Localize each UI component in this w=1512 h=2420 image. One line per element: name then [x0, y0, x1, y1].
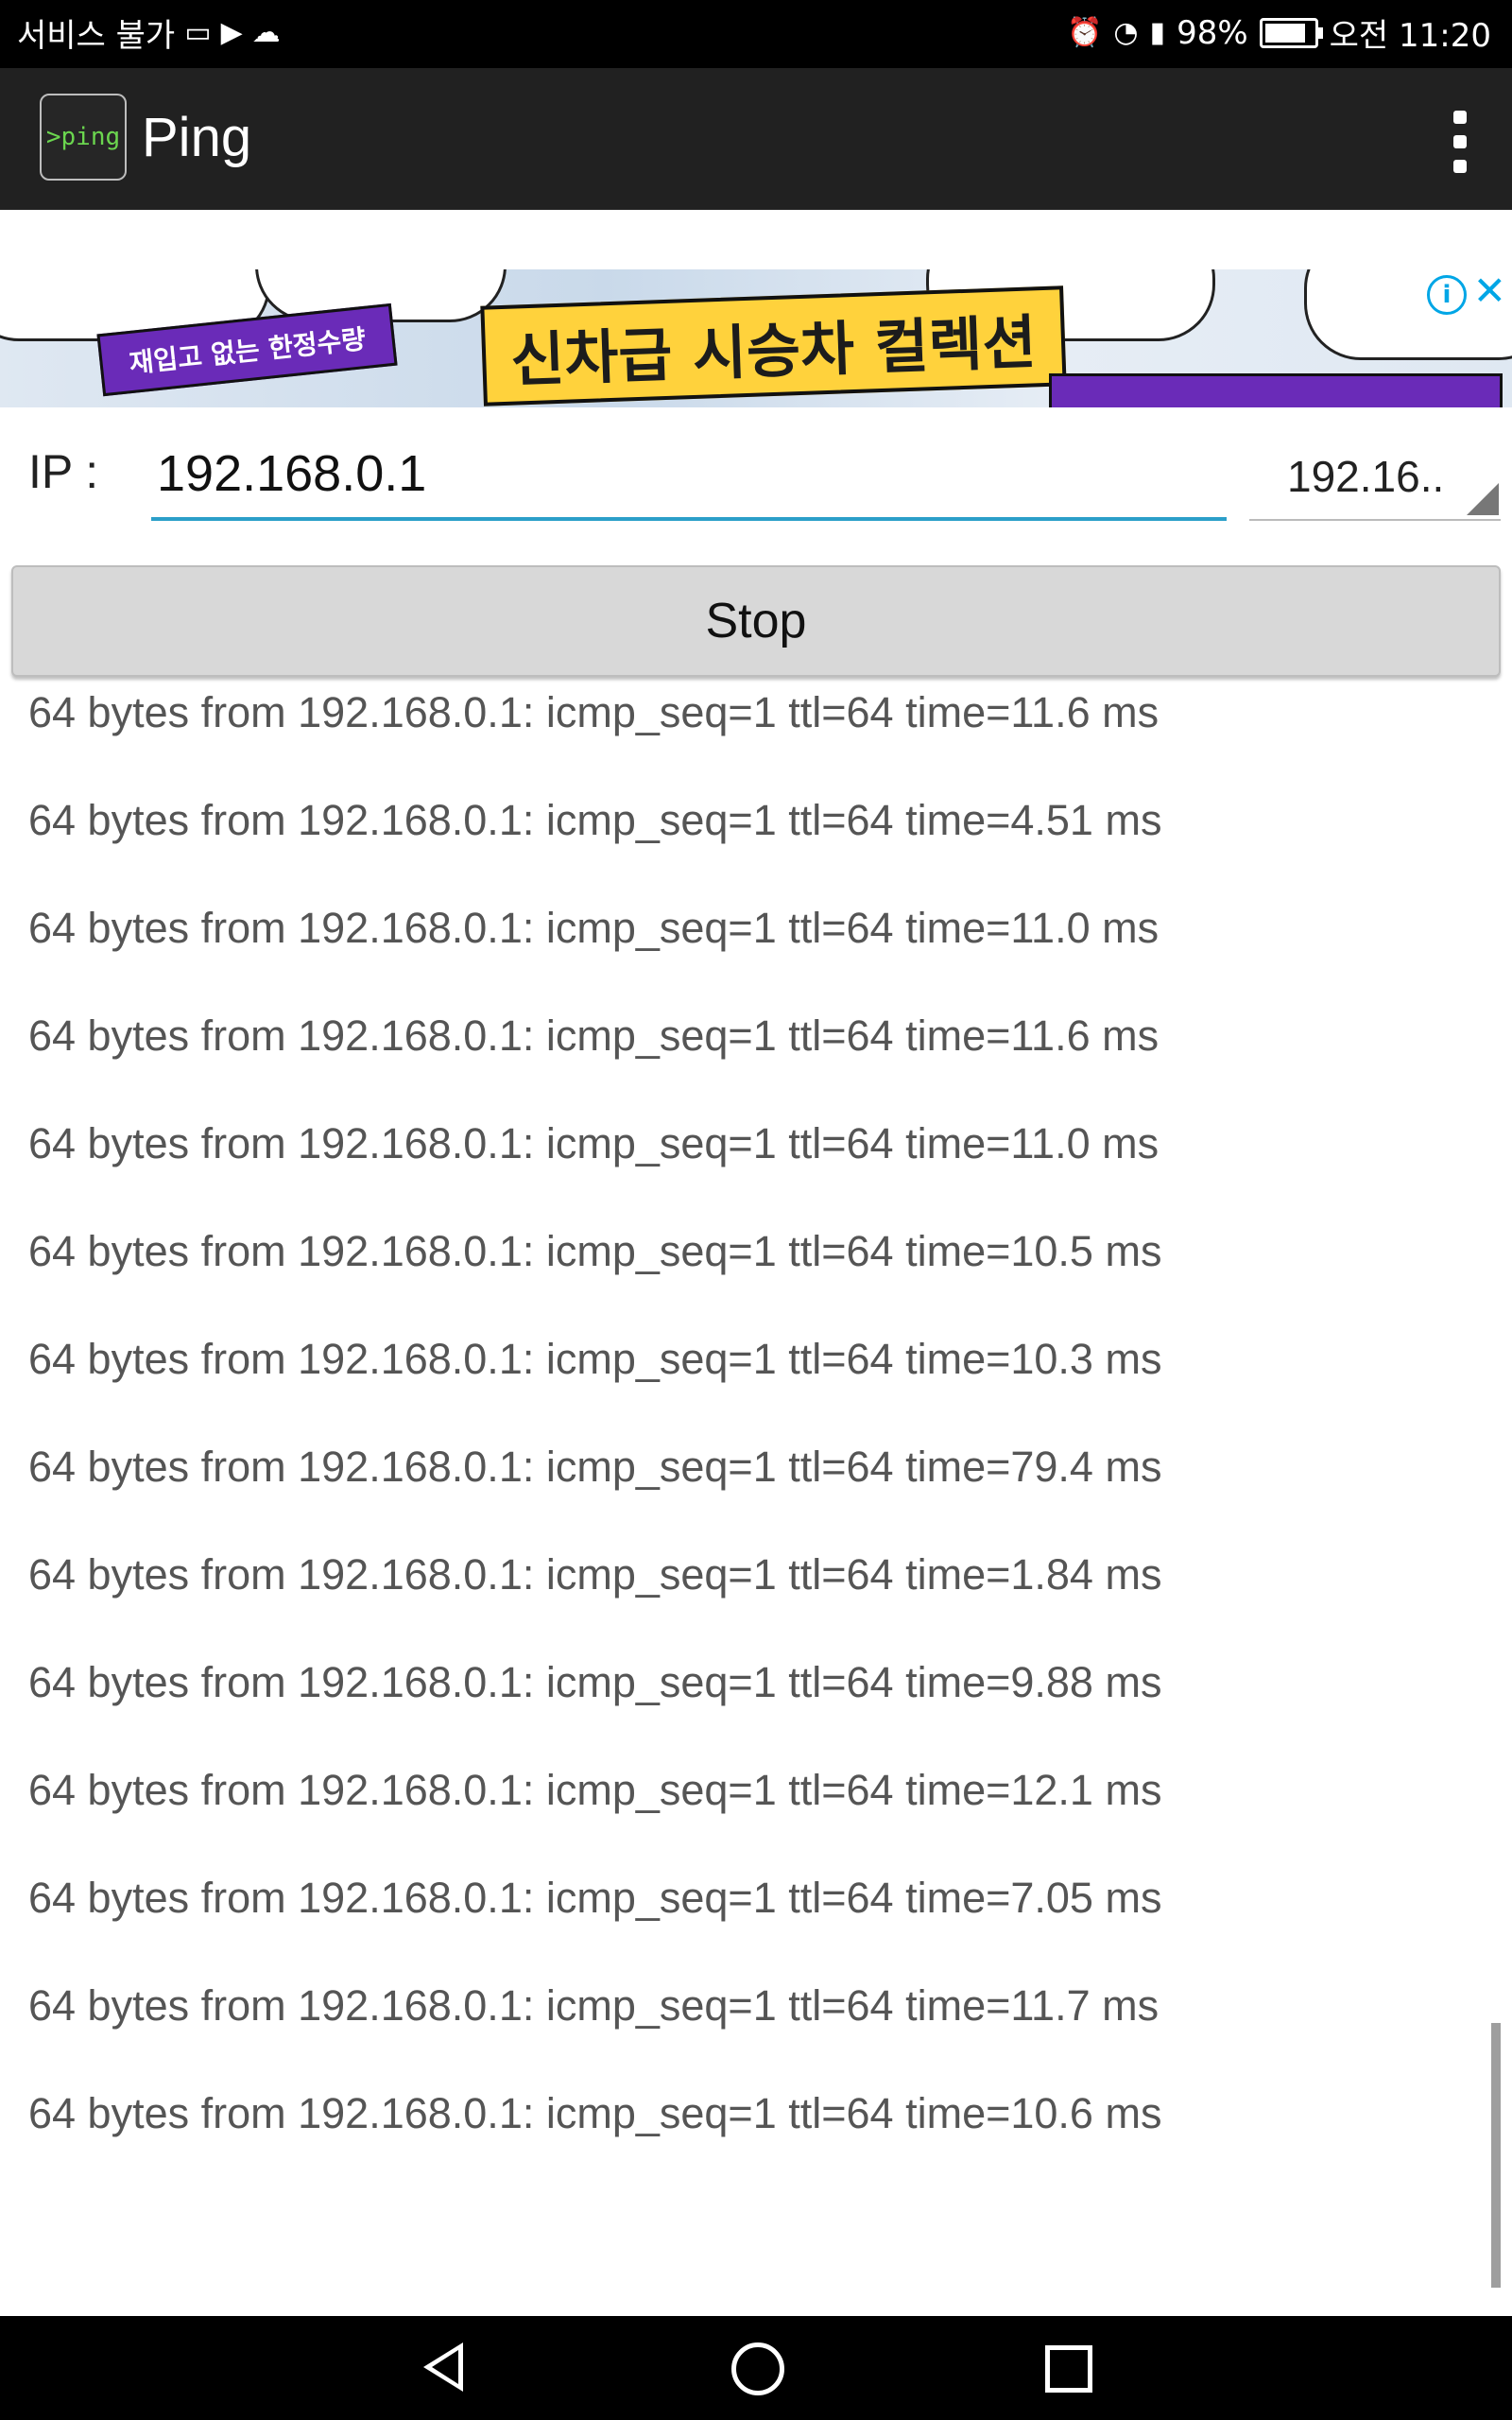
ip-input[interactable] — [151, 430, 1227, 521]
gallery-icon: ▭ — [184, 16, 212, 49]
alarm-icon: ⏰ — [1067, 16, 1103, 49]
ip-history-spinner[interactable]: 192.16.. — [1249, 430, 1501, 521]
status-left: 서비스 불가 ▭ ▶ ☁ — [17, 9, 281, 56]
log-line: 64 bytes from 192.168.0.1: icmp_seq=1 tt… — [28, 1119, 1160, 1167]
app-logo: >ping — [40, 94, 127, 181]
wifi-icon: ◔ — [1113, 16, 1139, 49]
menu-dot — [1453, 111, 1467, 124]
app-title: Ping — [142, 107, 252, 168]
app-bar: >ping Ping — [0, 68, 1512, 210]
battery-icon — [1259, 17, 1323, 48]
status-right: ⏰ ◔ ▮ 98% 오전 11:20 — [1067, 9, 1491, 56]
menu-dot — [1453, 135, 1467, 148]
ip-label: IP : — [28, 445, 99, 498]
ip-spinner-value: 192.16.. — [1287, 452, 1445, 501]
ad-headline: 신차급 시승차 컬렉션 — [480, 285, 1067, 406]
log-line: 64 bytes from 192.168.0.1: icmp_seq=1 tt… — [28, 1550, 1162, 1599]
log-line: 64 bytes from 192.168.0.1: icmp_seq=1 tt… — [28, 1227, 1162, 1275]
ad-banner[interactable]: 재입고 없는 한정수량 신차급 시승차 컬렉션 i ✕ — [0, 269, 1512, 407]
status-bar: 서비스 불가 ▭ ▶ ☁ ⏰ ◔ ▮ 98% 오전 11:20 — [0, 0, 1512, 68]
navigation-bar — [0, 2316, 1512, 2420]
log-line: 64 bytes from 192.168.0.1: icmp_seq=1 tt… — [28, 796, 1162, 844]
back-icon[interactable] — [423, 2342, 463, 2392]
scrollbar[interactable] — [1491, 2023, 1501, 2288]
log-line: 64 bytes from 192.168.0.1: icmp_seq=1 tt… — [28, 1874, 1162, 1922]
spinner-arrow-icon — [1467, 483, 1499, 515]
ad-strip — [1049, 373, 1503, 407]
log-line: 64 bytes from 192.168.0.1: icmp_seq=1 tt… — [28, 1443, 1162, 1491]
ad-info-icon[interactable]: i — [1427, 275, 1467, 315]
log-line: 64 bytes from 192.168.0.1: icmp_seq=1 tt… — [28, 1981, 1160, 2030]
recents-icon[interactable] — [1045, 2345, 1092, 2393]
overflow-menu-icon[interactable] — [1446, 111, 1474, 173]
cloud-icon: ☁ — [251, 16, 281, 49]
log-line: 64 bytes from 192.168.0.1: icmp_seq=1 tt… — [28, 904, 1160, 952]
battery-percent: 98% — [1177, 13, 1248, 52]
log-line: 64 bytes from 192.168.0.1: icmp_seq=1 tt… — [28, 1766, 1162, 1814]
stop-button[interactable]: Stop — [11, 565, 1501, 677]
play-store-icon: ▶ — [220, 16, 243, 49]
status-time: 오전 11:20 — [1329, 17, 1491, 55]
menu-dot — [1453, 160, 1467, 173]
log-line: 64 bytes from 192.168.0.1: icmp_seq=1 tt… — [28, 1658, 1162, 1706]
ping-log-list[interactable]: 64 bytes from 192.168.0.1: icmp_seq=1 tt… — [28, 683, 1465, 2191]
log-line: 64 bytes from 192.168.0.1: icmp_seq=1 tt… — [28, 2089, 1162, 2137]
home-icon[interactable] — [731, 2342, 784, 2395]
log-line: 64 bytes from 192.168.0.1: icmp_seq=1 tt… — [28, 1011, 1160, 1060]
log-line: 64 bytes from 192.168.0.1: icmp_seq=1 tt… — [28, 1335, 1162, 1383]
carrier-status-text: 서비스 불가 — [17, 17, 176, 55]
signal-icon: ▮ — [1149, 16, 1166, 49]
log-line: 64 bytes from 192.168.0.1: icmp_seq=1 tt… — [28, 688, 1160, 736]
ad-close-icon[interactable]: ✕ — [1473, 271, 1506, 311]
